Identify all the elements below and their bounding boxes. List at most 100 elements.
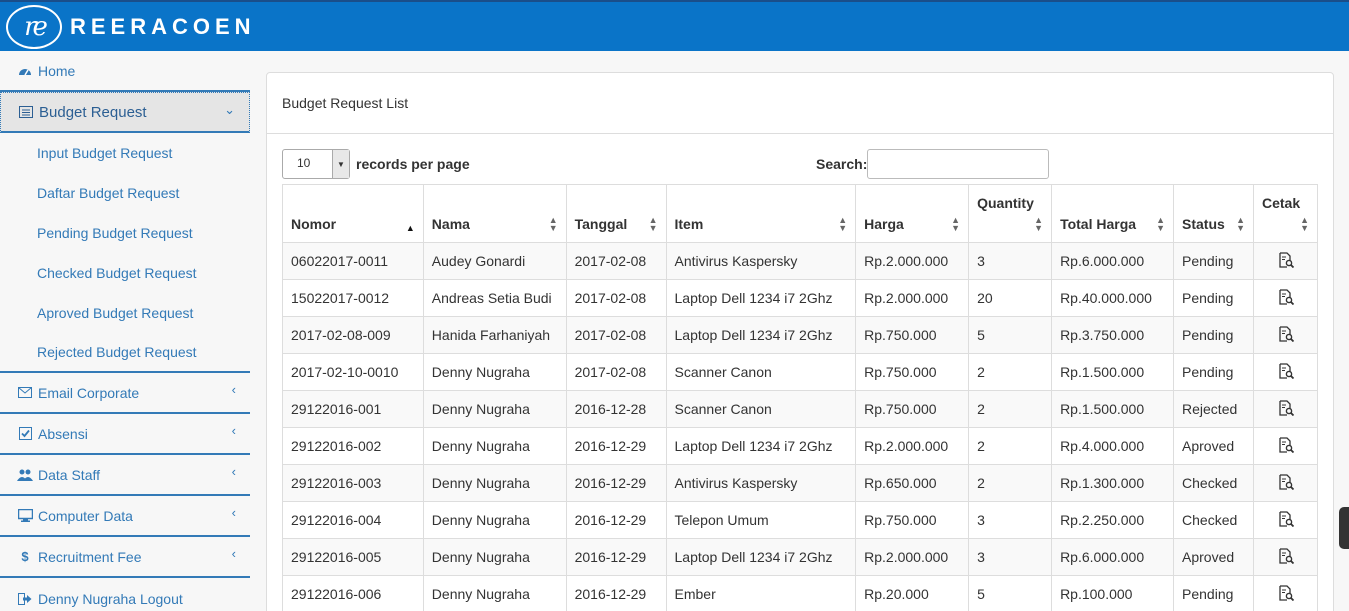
table-row: 29122016-005 Denny Nugraha 2016-12-29 Lapto… [282,538,1319,576]
cell-nomor: 15022017-0012 [282,279,424,317]
submenu-pending-budget-request[interactable]: Pending Budget Request [0,213,250,253]
chevron-left-icon: ‹ [231,382,236,397]
table-row: 29122016-003 Denny Nugraha 2016-12-29 Antiv… [282,464,1319,502]
cell-status: Rejected [1173,390,1254,428]
dashboard-icon [17,65,33,77]
cell-nama: Denny Nugraha [422,427,567,465]
cell-tanggal: 2016-12-29 [565,538,667,576]
print-preview-icon[interactable] [1278,547,1295,564]
sidebar-item-absensi[interactable]: Absensi ‹ [0,414,250,455]
cell-nama: Denny Nugraha [422,390,567,428]
cell-status: Aproved [1173,538,1254,576]
brand-logo[interactable]: re REERACOEN [6,5,256,49]
sort-icon: ▲ ▼ [1236,215,1245,233]
sort-icon: ▲ ▼ [1034,215,1044,233]
cell-total-harga: Rp.1.300.000 [1051,464,1175,502]
column-header-nama[interactable]: Nama ▲ ▼ [422,184,567,243]
chevron-left-icon: ‹ [231,423,236,438]
print-preview-icon[interactable] [1278,473,1295,490]
page-length-select[interactable]: 10 ▼ [282,149,350,179]
column-header-quantity[interactable]: Quantity ▲ ▼ [968,184,1053,243]
table-row: 15022017-0012 Andreas Setia Budi 2017-02-0… [282,279,1319,317]
sign-out-icon [17,592,33,605]
cell-harga: Rp.2.000.000 [855,427,970,465]
cell-harga: Rp.2.000.000 [855,242,970,280]
cell-quantity: 2 [968,390,1053,428]
cell-total-harga: Rp.3.750.000 [1051,316,1175,354]
cell-harga: Rp.750.000 [855,353,970,391]
cell-total-harga: Rp.4.000.000 [1051,427,1175,465]
sidebar-item-home[interactable]: Home [0,51,250,92]
cell-item: Antivirus Kaspersky [665,464,857,502]
chevron-left-icon: ‹ [231,546,236,561]
sidebar-item-recruitment-fee[interactable]: $ Recruitment Fee ‹ [0,537,250,578]
print-preview-icon[interactable] [1278,325,1295,342]
submenu-rejected-budget-request[interactable]: Rejected Budget Request [0,333,250,373]
sidebar-item-computer-data[interactable]: Computer Data ‹ [0,496,250,537]
cell-item: Laptop Dell 1234 i7 2Ghz [665,316,857,354]
cell-quantity: 3 [968,242,1053,280]
print-preview-icon[interactable] [1278,436,1295,453]
dropdown-arrow-icon: ▼ [332,150,349,178]
sidebar-item-budget-request[interactable]: Budget Request ⌄ [0,92,250,133]
print-preview-icon[interactable] [1278,399,1295,416]
cell-harga: Rp.750.000 [855,390,970,428]
envelope-icon [17,387,33,398]
submenu-input-budget-request[interactable]: Input Budget Request [0,133,250,173]
cell-tanggal: 2017-02-08 [565,316,667,354]
submenu-aproved-budget-request[interactable]: Aproved Budget Request [0,293,250,333]
submenu-checked-budget-request[interactable]: Checked Budget Request [0,253,250,293]
table-row: 06022017-0011 Audey Gonardi 2017-02-08 Anti… [282,242,1319,280]
column-header-harga[interactable]: Harga ▲ ▼ [855,184,970,243]
column-header-item[interactable]: Item ▲ ▼ [665,184,857,243]
cell-status: Aproved [1173,427,1254,465]
page-length-control: 10 ▼ records per page [282,149,470,179]
sidebar-item-label: Recruitment Fee [38,548,142,565]
print-preview-icon[interactable] [1278,362,1295,379]
cell-harga: Rp.750.000 [855,316,970,354]
cell-nama: Denny Nugraha [422,353,567,391]
sidebar: Home Budget Request ⌄ Input Budget Reque… [0,51,250,611]
sidebar-item-logout[interactable]: Denny Nugraha Logout [0,578,250,611]
cell-nama: Andreas Setia Budi [422,279,567,317]
page-length-value: 10 [297,156,311,170]
cell-item: Telepon Umum [665,501,857,539]
cell-quantity: 3 [968,538,1053,576]
search-control: Search: [816,149,1050,179]
column-header-status[interactable]: Status ▲ ▼ [1173,184,1254,243]
table-row: 29122016-001 Denny Nugraha 2016-12-28 Scann… [282,390,1319,428]
print-preview-icon[interactable] [1278,584,1295,601]
sort-icon: ▲ ▼ [548,215,558,233]
table-row: 2017-02-10-0010 Denny Nugraha 2017-02-08 Sc… [282,353,1319,391]
cell-cetak [1252,242,1319,280]
cell-total-harga: Rp.40.000.000 [1051,279,1175,317]
cell-harga: Rp.2.000.000 [855,279,970,317]
cell-nama: Hanida Farhaniyah [422,316,567,354]
search-input[interactable] [867,149,1050,179]
sidebar-item-label: Budget Request [39,103,147,121]
cell-harga: Rp.750.000 [855,501,970,539]
sort-icon: ▲ ▼ [1300,215,1309,233]
cell-tanggal: 2016-12-29 [565,464,667,502]
check-square-icon [17,427,33,440]
column-header-nomor[interactable]: Nomor ▲ [282,184,424,243]
cell-harga: Rp.2.000.000 [855,538,970,576]
cell-harga: Rp.20.000 [855,575,970,611]
brand-name: REERACOEN [70,14,256,39]
side-widget-tab[interactable] [1339,507,1349,549]
print-preview-icon[interactable] [1278,251,1295,268]
cell-nomor: 29122016-003 [282,464,424,502]
cell-quantity: 2 [968,464,1053,502]
cell-nama: Denny Nugraha [422,538,567,576]
submenu-daftar-budget-request[interactable]: Daftar Budget Request [0,173,250,213]
column-header-tanggal[interactable]: Tanggal ▲ ▼ [565,184,667,243]
cell-item: Scanner Canon [665,353,857,391]
cell-tanggal: 2017-02-08 [565,279,667,317]
print-preview-icon[interactable] [1278,510,1295,527]
column-header-cetak[interactable]: Cetak ▲ ▼ [1252,184,1319,243]
sidebar-item-data-staff[interactable]: Data Staff ‹ [0,455,250,496]
sidebar-item-email-corporate[interactable]: Email Corporate ‹ [0,373,250,414]
cell-total-harga: Rp.6.000.000 [1051,538,1175,576]
column-header-total-harga[interactable]: Total Harga ▲ ▼ [1051,184,1175,243]
print-preview-icon[interactable] [1278,288,1295,305]
